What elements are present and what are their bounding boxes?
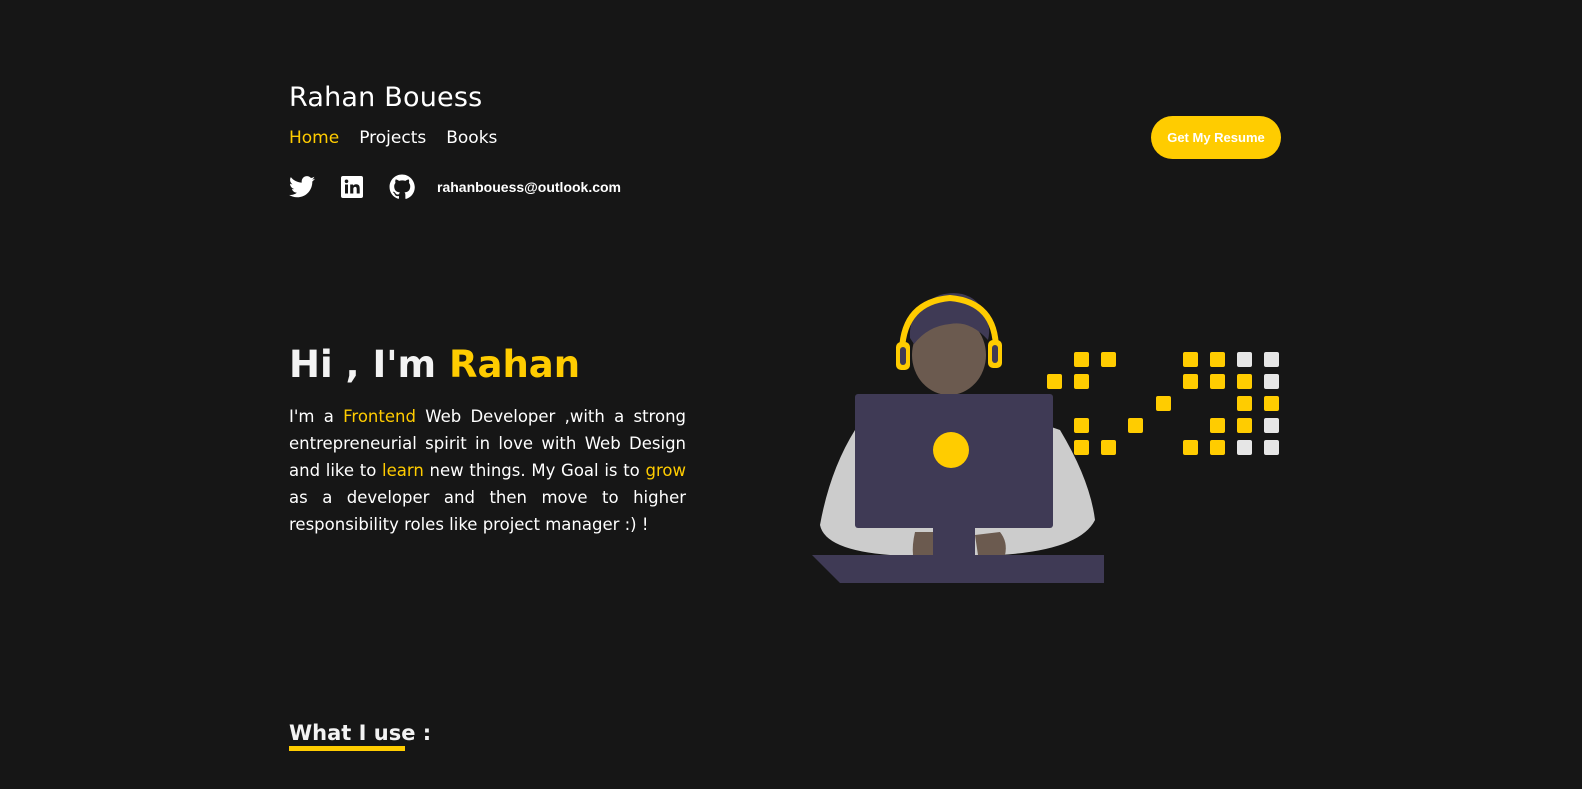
get-resume-button[interactable]: Get My Resume [1151, 116, 1281, 159]
developer-illustration [800, 280, 1290, 590]
github-icon[interactable] [389, 174, 415, 200]
linkedin-icon[interactable] [339, 174, 365, 200]
desk [812, 555, 1104, 583]
section-title-underline [289, 746, 405, 751]
hero-highlight-learn: learn [382, 461, 424, 480]
monitor-logo [933, 432, 969, 468]
hero-text-part: as a developer and then move to higher r… [289, 488, 686, 534]
hero-highlight-grow: grow [645, 461, 686, 480]
hero-highlight-frontend: Frontend [343, 407, 416, 426]
developer-with-headphones-illustration [812, 293, 1279, 583]
email-link[interactable]: rahanbouess@outlook.com [437, 179, 621, 195]
hero-text-part: I'm a [289, 407, 344, 426]
hero-name: Rahan [449, 343, 581, 386]
hero-greeting: Hi , I'm [289, 343, 449, 386]
hero-text-part: new things. My Goal is to [423, 461, 646, 480]
nav-projects[interactable]: Projects [359, 126, 426, 150]
main-nav: Home Projects Books [289, 126, 497, 150]
hero-description: I'm a Frontend Web Developer ,with a str… [289, 403, 686, 538]
nav-books[interactable]: Books [446, 126, 497, 150]
twitter-icon[interactable] [289, 174, 315, 200]
hero-title: Hi , I'm Rahan [289, 340, 580, 390]
social-links: rahanbouess@outlook.com [289, 172, 621, 202]
page: Rahan Bouess Home Projects Books Get My … [0, 0, 1582, 789]
site-name[interactable]: Rahan Bouess [289, 80, 482, 116]
nav-home[interactable]: Home [289, 126, 339, 150]
pixel-squares-decoration [1047, 352, 1279, 455]
